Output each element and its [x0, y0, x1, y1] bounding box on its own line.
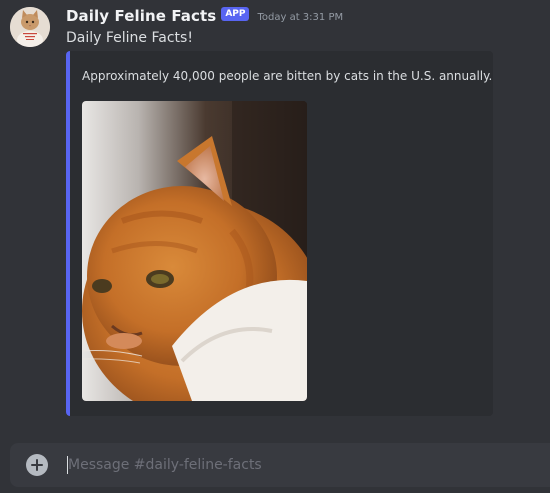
plus-circle-icon[interactable] — [26, 454, 48, 476]
app-badge: APP — [221, 7, 250, 21]
message-header: Daily Feline Facts APP Today at 3:31 PM — [66, 6, 343, 26]
cat-avatar-icon[interactable] — [10, 7, 50, 47]
embed-description: Approximately 40,000 people are bitten b… — [82, 69, 493, 83]
timestamp: Today at 3:31 PM — [257, 11, 344, 23]
author-name[interactable]: Daily Feline Facts — [66, 7, 216, 25]
message-input[interactable] — [68, 443, 538, 487]
embed: Approximately 40,000 people are bitten b… — [66, 51, 493, 416]
message-text: Daily Feline Facts! — [66, 30, 193, 46]
message-composer — [10, 443, 550, 487]
embed-accent-bar — [66, 51, 70, 416]
chat-app: Daily Feline Facts APP Today at 3:31 PM … — [0, 0, 550, 493]
embed-image[interactable] — [82, 101, 307, 401]
